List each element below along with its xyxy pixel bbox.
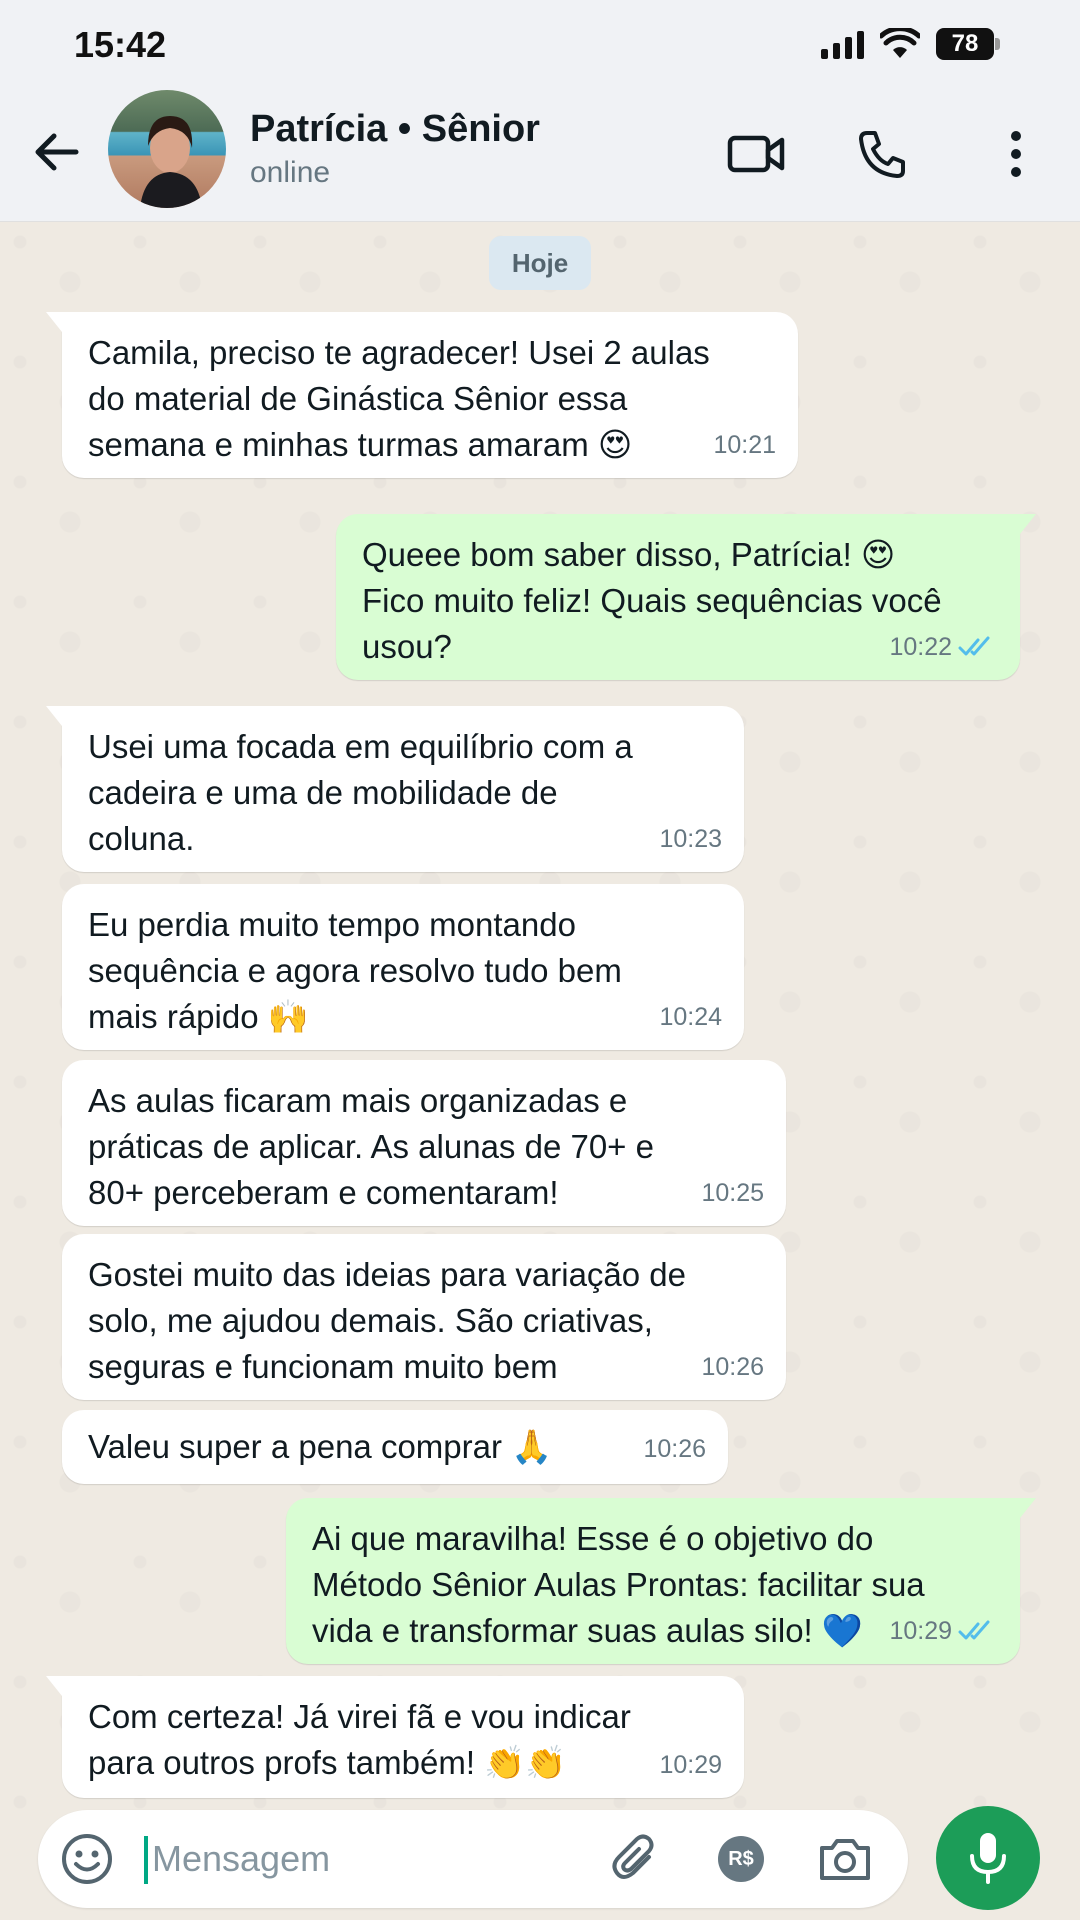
message-meta: 10:21 (713, 422, 776, 468)
message-text: Gostei muito das ideias para variação de… (88, 1256, 686, 1385)
attach-button[interactable] (606, 1830, 664, 1888)
message-time: 10:26 (701, 1353, 764, 1381)
message-incoming[interactable]: Com certeza! Já virei fã e vou indicar p… (46, 1676, 744, 1798)
payment-button[interactable]: R$ (712, 1830, 770, 1888)
more-options-button[interactable] (986, 124, 1046, 184)
message-meta: 10:24 (659, 994, 722, 1040)
message-time: 10:22 (889, 633, 952, 661)
message-outgoing[interactable]: Ai que maravilha! Esse é o objetivo do M… (286, 1498, 1036, 1664)
message-time: 10:21 (713, 431, 776, 459)
status-time: 15:42 (74, 24, 167, 65)
message-outgoing[interactable]: Queee bom saber disso, Patrícia! 😍 Fico … (336, 514, 1036, 680)
arrow-left-icon (35, 133, 79, 171)
message-time: 10:29 (889, 1617, 952, 1645)
video-camera-icon (727, 135, 785, 173)
message-text: Valeu super a pena comprar 🙏 (88, 1428, 553, 1465)
message-incoming[interactable]: Usei uma focada em equilíbrio com a cade… (46, 706, 744, 872)
more-vertical-icon (1011, 131, 1021, 177)
message-time: 10:29 (659, 1751, 722, 1779)
message-time: 10:23 (659, 825, 722, 853)
phone-icon (859, 131, 905, 178)
wifi-icon (880, 28, 920, 58)
message-text: Com certeza! Já virei fã e vou indicar p… (88, 1698, 631, 1781)
message-meta: 10:23 (659, 816, 722, 862)
message-text: Usei uma focada em equilíbrio com a cade… (88, 728, 633, 857)
contact-name[interactable]: Patrícia • Sênior (250, 108, 540, 151)
message-time: 10:26 (643, 1435, 706, 1463)
double-check-icon (958, 1620, 990, 1640)
emoji-button[interactable] (60, 1832, 114, 1886)
message-incoming[interactable]: As aulas ficaram mais organizadas e prát… (62, 1060, 786, 1226)
message-incoming[interactable]: Valeu super a pena comprar 🙏 10:26 (62, 1410, 728, 1484)
message-time: 10:25 (701, 1179, 764, 1207)
message-meta: 10:26 (643, 1426, 706, 1472)
payment-icon: R$ (718, 1836, 764, 1882)
message-meta: 10:22 (889, 624, 998, 670)
paperclip-icon (612, 1834, 654, 1879)
message-composer: R$ (38, 1810, 908, 1908)
message-meta: 10:25 (701, 1170, 764, 1216)
avatar-photo (140, 116, 202, 208)
microphone-icon (970, 1833, 1006, 1884)
double-check-icon (958, 636, 990, 656)
message-input[interactable] (152, 1830, 592, 1888)
message-time: 10:24 (659, 1003, 722, 1031)
avatar[interactable] (108, 90, 226, 208)
voice-message-button[interactable] (936, 1806, 1040, 1910)
contact-status: online (250, 156, 331, 189)
status-bar: 15:42 78 (0, 0, 1080, 90)
message-text: Eu perdia muito tempo montando sequência… (88, 906, 622, 1035)
date-chip: Hoje (489, 236, 591, 290)
message-meta: 10:29 (659, 1742, 722, 1788)
message-incoming[interactable]: Camila, preciso te agradecer! Usei 2 aul… (46, 312, 798, 478)
chat-header: Patrícia • Sênior online (0, 90, 1080, 222)
signal-icon (821, 29, 864, 59)
message-meta: 10:29 (889, 1608, 998, 1654)
video-call-button[interactable] (726, 124, 786, 184)
message-text: As aulas ficaram mais organizadas e prát… (88, 1082, 654, 1211)
message-incoming[interactable]: Gostei muito das ideias para variação de… (62, 1234, 786, 1400)
camera-button[interactable] (816, 1830, 874, 1888)
message-text: Camila, preciso te agradecer! Usei 2 aul… (88, 334, 710, 463)
voice-call-button[interactable] (852, 124, 912, 184)
status-icons: 78 (821, 28, 1000, 60)
emoji-icon (62, 1834, 112, 1884)
message-incoming[interactable]: Eu perdia muito tempo montando sequência… (62, 884, 744, 1050)
text-caret (144, 1836, 148, 1884)
back-button[interactable] (30, 126, 82, 178)
chat-area[interactable]: Hoje Camila, preciso te agradecer! Usei … (0, 222, 1080, 1810)
battery-icon: 78 (936, 28, 1000, 60)
camera-icon (820, 1839, 870, 1880)
message-meta: 10:26 (701, 1344, 764, 1390)
